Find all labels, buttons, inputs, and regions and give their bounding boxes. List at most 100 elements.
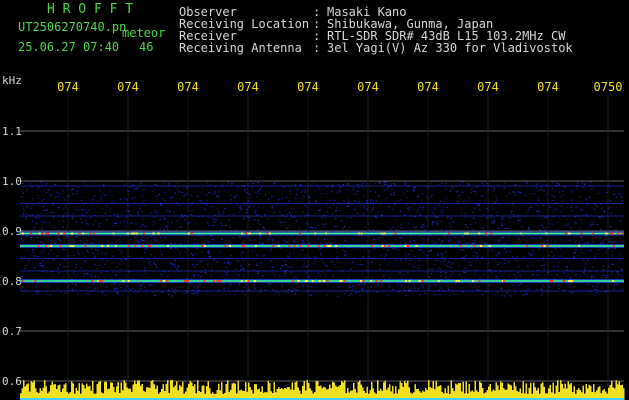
noise-speck bbox=[242, 242, 244, 244]
level-bar bbox=[26, 384, 28, 400]
noise-speck bbox=[201, 266, 204, 268]
noise-speck bbox=[571, 191, 574, 193]
noise-speck bbox=[532, 253, 534, 255]
noise-speck bbox=[450, 189, 452, 191]
carrier-speck bbox=[152, 232, 155, 235]
noise-speck bbox=[427, 187, 429, 189]
noise-speck bbox=[373, 248, 376, 250]
noise-speck bbox=[326, 211, 328, 213]
noise-speck bbox=[330, 261, 332, 263]
noise-speck bbox=[200, 260, 203, 262]
noise-speck bbox=[190, 278, 193, 280]
noise-speck bbox=[385, 181, 388, 183]
noise-speck bbox=[497, 295, 499, 297]
noise-speck bbox=[260, 261, 263, 263]
noise-speck bbox=[433, 214, 436, 216]
noise-speck bbox=[608, 200, 611, 202]
noise-speck bbox=[42, 249, 45, 251]
noise-speck bbox=[398, 249, 401, 251]
noise-speck bbox=[272, 289, 274, 291]
noise-speck bbox=[293, 209, 296, 211]
noise-speck bbox=[607, 230, 609, 232]
noise-speck bbox=[448, 261, 451, 263]
noise-speck bbox=[221, 225, 223, 227]
carrier-speck bbox=[293, 245, 296, 247]
noise-speck bbox=[445, 183, 447, 184]
noise-speck bbox=[214, 193, 217, 195]
noise-speck bbox=[473, 255, 475, 257]
noise-speck bbox=[174, 263, 176, 265]
noise-speck bbox=[560, 196, 563, 197]
noise-speck bbox=[30, 273, 33, 275]
noise-speck bbox=[218, 289, 220, 291]
noise-speck bbox=[320, 254, 322, 256]
noise-speck bbox=[399, 210, 402, 212]
noise-speck bbox=[331, 186, 334, 188]
noise-speck bbox=[481, 257, 484, 258]
noise-speck bbox=[493, 220, 495, 222]
noise-speck bbox=[86, 293, 89, 294]
noise-speck bbox=[149, 284, 151, 286]
noise-speck bbox=[140, 288, 142, 289]
noise-speck bbox=[174, 260, 177, 262]
noise-speck bbox=[316, 257, 319, 259]
noise-speck bbox=[214, 191, 216, 193]
noise-speck bbox=[607, 248, 610, 250]
noise-speck bbox=[562, 201, 564, 203]
noise-speck bbox=[501, 218, 504, 220]
noise-speck bbox=[367, 262, 369, 264]
noise-speck bbox=[604, 235, 606, 237]
noise-speck bbox=[275, 285, 277, 287]
noise-speck bbox=[36, 189, 38, 191]
noise-speck bbox=[532, 274, 534, 276]
level-bar bbox=[30, 381, 32, 400]
noise-speck bbox=[267, 241, 270, 243]
noise-speck bbox=[207, 241, 210, 243]
noise-speck bbox=[167, 220, 169, 222]
noise-speck bbox=[29, 254, 32, 256]
noise-speck bbox=[414, 255, 416, 257]
noise-speck bbox=[243, 235, 246, 237]
noise-speck bbox=[570, 227, 572, 229]
noise-speck bbox=[440, 221, 443, 222]
carrier-speck bbox=[297, 280, 300, 282]
noise-speck bbox=[186, 187, 188, 189]
noise-speck bbox=[86, 272, 89, 274]
noise-speck bbox=[504, 295, 506, 297]
noise-speck bbox=[422, 224, 424, 226]
noise-speck bbox=[464, 213, 466, 215]
noise-speck bbox=[470, 223, 472, 225]
noise-speck bbox=[284, 241, 287, 243]
noise-speck bbox=[436, 221, 438, 223]
noise-speck bbox=[262, 226, 265, 228]
noise-speck bbox=[476, 252, 478, 254]
noise-speck bbox=[169, 263, 172, 265]
noise-speck bbox=[396, 285, 398, 287]
noise-speck bbox=[230, 255, 232, 257]
x-tick-label: 074 bbox=[237, 80, 259, 94]
noise-speck bbox=[37, 197, 40, 199]
noise-speck bbox=[478, 249, 481, 251]
level-bar bbox=[27, 383, 29, 400]
noise-speck bbox=[513, 216, 515, 218]
noise-speck bbox=[372, 200, 374, 202]
noise-speck bbox=[368, 223, 370, 225]
noise-speck bbox=[45, 230, 48, 231]
noise-speck bbox=[366, 183, 368, 185]
noise-speck bbox=[200, 200, 202, 202]
noise-speck bbox=[451, 186, 453, 188]
noise-speck bbox=[569, 239, 571, 241]
noise-speck bbox=[204, 260, 206, 261]
noise-speck bbox=[76, 190, 78, 192]
carrier-speck bbox=[298, 232, 301, 235]
noise-speck bbox=[580, 237, 582, 239]
noise-speck bbox=[133, 197, 136, 198]
level-bar bbox=[609, 384, 611, 400]
level-bar bbox=[296, 381, 298, 400]
noise-speck bbox=[352, 189, 354, 191]
noise-speck bbox=[308, 256, 311, 258]
noise-speck bbox=[111, 200, 113, 202]
level-bar bbox=[479, 381, 481, 400]
noise-speck bbox=[428, 198, 430, 200]
noise-speck bbox=[517, 285, 520, 287]
